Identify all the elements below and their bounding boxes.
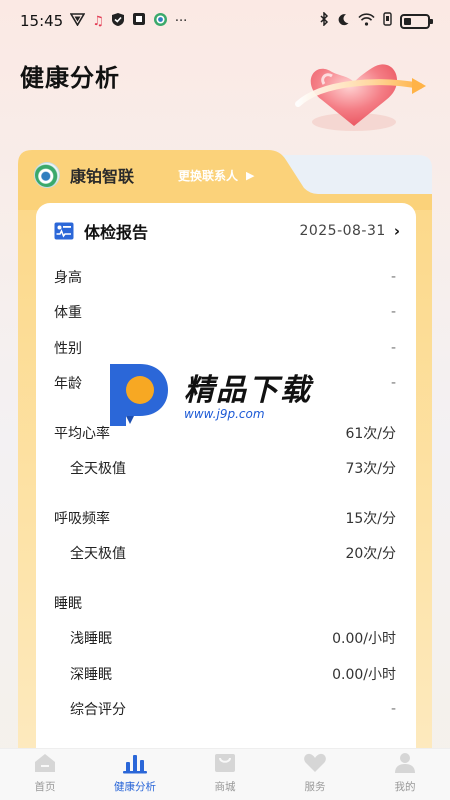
bottom-tabbar: 首页 健康分析 商城 服务 我的 xyxy=(0,748,450,800)
metric-label: 睡眠 xyxy=(54,595,82,612)
row-spacer xyxy=(36,571,416,585)
report-panel: 体检报告 2025-08-31 › 身高 - 体重 - 性别 - 年龄 - 平均心率 61次/分全… xyxy=(36,203,416,773)
tab-home[interactable]: 首页 xyxy=(0,749,90,800)
tab-label: 商城 xyxy=(214,781,236,793)
metric-value: 0.00/小时 xyxy=(332,666,396,683)
user-icon xyxy=(395,753,415,773)
metric-value: 73次/分 xyxy=(345,461,396,478)
metric-row: 全天极值 20次/分 xyxy=(36,536,416,572)
switch-contact-label: 更换联系人 xyxy=(178,169,239,183)
watermark: 精品下载 www.j9p.com xyxy=(100,358,360,428)
tab-service[interactable]: 服务 xyxy=(270,749,360,800)
shield-check-icon xyxy=(111,12,125,31)
report-header[interactable]: 体检报告 2025-08-31 › xyxy=(36,203,416,259)
row-spacer xyxy=(36,727,416,741)
brand-name: 康铂智联 xyxy=(70,167,135,186)
metric-value: - xyxy=(390,304,396,321)
bar-chart-icon xyxy=(123,755,147,774)
tab-mall[interactable]: 商城 xyxy=(180,749,270,800)
metric-row: 呼吸频率 15次/分 xyxy=(36,500,416,536)
page-title: 健康分析 xyxy=(20,64,120,92)
health-card: 康铂智联 更换联系人 ▶ 体检报告 2025-08-31 › 身高 - 体重 - 性别 -… xyxy=(18,150,432,773)
play-triangle-icon: ▶ xyxy=(246,169,255,182)
report-rows: 身高 - 体重 - 性别 - 年龄 - 平均心率 61次/分 全天极值 73次/分 呼吸频率 15次/分全… xyxy=(36,259,416,773)
shopping-bag-icon xyxy=(215,754,235,772)
swirl-app-icon xyxy=(153,12,168,31)
status-time: 15:45 xyxy=(20,12,64,30)
metric-value: 0.00/小时 xyxy=(332,631,396,648)
sim-card-icon xyxy=(132,12,146,30)
moon-icon xyxy=(337,13,350,30)
metric-value: - xyxy=(390,339,396,356)
music-note-icon: ♫ xyxy=(92,13,104,29)
metric-value: - xyxy=(390,268,396,285)
metric-row: 综合评分 - xyxy=(36,692,416,728)
tab-health-analysis[interactable]: 健康分析 xyxy=(90,749,180,800)
watermark-title: 精品下载 xyxy=(184,373,312,408)
brand-logo-icon xyxy=(34,162,60,188)
metric-label: 性别 xyxy=(54,340,82,357)
metric-value: - xyxy=(390,375,396,392)
watermark-url: www.j9p.com xyxy=(184,407,265,421)
tab-label: 首页 xyxy=(34,781,56,793)
metric-row: 深睡眠 0.00/小时 xyxy=(36,656,416,692)
metric-row: 浅睡眠 0.00/小时 xyxy=(36,621,416,657)
metric-label: 年龄 xyxy=(54,376,82,393)
heart-icon xyxy=(304,753,326,772)
metric-label: 综合评分 xyxy=(70,702,126,719)
wifi-icon xyxy=(358,12,375,30)
report-title: 体检报告 xyxy=(84,223,149,242)
metric-label: 深睡眠 xyxy=(70,666,112,683)
metric-value: - xyxy=(390,701,396,718)
tab-label: 服务 xyxy=(304,781,326,793)
metric-row: 身高 - xyxy=(36,259,416,295)
metric-label: 身高 xyxy=(54,269,82,286)
metric-label: 体重 xyxy=(54,305,82,322)
switch-contact-button[interactable]: 更换联系人 ▶ xyxy=(178,167,254,184)
battery-icon xyxy=(400,13,433,29)
report-date: 2025-08-31 xyxy=(299,223,386,239)
metric-row: 睡眠 xyxy=(36,585,416,621)
status-bar: 15:45 ♫ ··· xyxy=(0,0,450,42)
report-icon xyxy=(54,222,74,240)
tab-label: 健康分析 xyxy=(114,781,156,793)
metric-row: 体重 - xyxy=(36,295,416,331)
bluetooth-icon xyxy=(319,11,329,30)
tab-label: 我的 xyxy=(394,781,416,793)
heart-illustration xyxy=(292,42,432,142)
metric-value: 20次/分 xyxy=(345,546,396,563)
brand: 康铂智联 xyxy=(34,162,134,188)
tab-mine[interactable]: 我的 xyxy=(360,749,450,800)
metric-label: 全天极值 xyxy=(70,546,126,563)
metric-label: 浅睡眠 xyxy=(70,631,112,648)
watermark-logo-icon xyxy=(100,358,172,428)
chevron-right-icon: › xyxy=(393,222,400,240)
metric-value: 15次/分 xyxy=(345,510,396,527)
signal-triangle-icon xyxy=(69,12,86,30)
home-icon xyxy=(35,754,55,772)
card-tab: 康铂智联 更换联系人 ▶ xyxy=(18,150,432,210)
sim-icon xyxy=(383,12,392,30)
metric-row: 全天极值 73次/分 xyxy=(36,451,416,487)
more-dots-icon: ··· xyxy=(174,13,188,29)
metric-label: 呼吸频率 xyxy=(54,510,110,527)
metric-label: 全天极值 xyxy=(70,461,126,478)
row-spacer xyxy=(36,486,416,500)
